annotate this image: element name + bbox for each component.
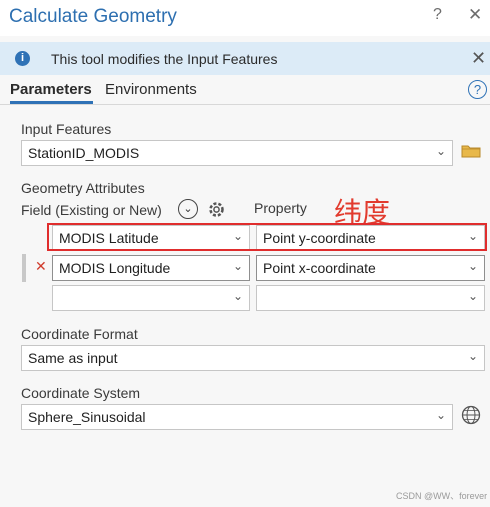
tab-environments[interactable]: Environments <box>105 81 197 98</box>
folder-icon[interactable] <box>461 144 481 158</box>
field-column-header: Field (Existing or New) <box>21 202 162 218</box>
field-dropdown-row-2[interactable]: MODIS Longitude ⌄ <box>52 255 250 281</box>
globe-icon[interactable] <box>461 405 481 425</box>
coordinate-format-dropdown[interactable]: Same as input ⌄ <box>21 345 485 371</box>
chevron-down-icon: ⌄ <box>232 259 243 273</box>
help-icon[interactable]: ? <box>468 80 487 99</box>
field-dropdown-row-3[interactable]: ⌄ <box>52 285 250 311</box>
coordinate-system-value: Sphere_Sinusoidal <box>28 409 146 425</box>
property-value: Point y-coordinate <box>263 230 376 246</box>
coordinate-system-label: Coordinate System <box>21 385 141 401</box>
info-banner: i This tool modifies the Input Features … <box>0 42 490 75</box>
gear-icon[interactable] <box>206 199 227 220</box>
input-features-value: StationID_MODIS <box>28 145 140 161</box>
chevron-down-icon: ⌄ <box>467 289 478 303</box>
chevron-down-icon: ⌄ <box>232 289 243 303</box>
row-drag-handle[interactable] <box>22 254 26 282</box>
chevron-down-icon: ⌄ <box>467 229 478 243</box>
chevron-down-icon: ⌄ <box>467 259 478 273</box>
property-column-header: Property <box>254 200 307 216</box>
pane-title: Calculate Geometry <box>9 6 177 27</box>
chevron-down-icon: ⌄ <box>467 349 478 363</box>
property-dropdown-row-1[interactable]: Point y-coordinate ⌄ <box>256 225 485 251</box>
tab-parameters[interactable]: Parameters <box>10 81 92 98</box>
coordinate-format-value: Same as input <box>28 350 118 366</box>
field-value: MODIS Longitude <box>59 260 171 276</box>
calculate-geometry-pane: Calculate Geometry ? ✕ i This tool modif… <box>0 0 490 507</box>
banner-close-button[interactable]: ✕ <box>471 48 486 69</box>
chevron-down-icon: ⌄ <box>232 229 243 243</box>
help-button[interactable]: ? <box>433 6 442 24</box>
coordinate-format-label: Coordinate Format <box>21 326 138 342</box>
chevron-down-icon[interactable]: ⌄ <box>178 199 198 219</box>
chevron-down-icon: ⌄ <box>435 144 446 158</box>
chevron-down-icon: ⌄ <box>435 408 446 422</box>
coordinate-system-dropdown[interactable]: Sphere_Sinusoidal ⌄ <box>21 404 453 430</box>
input-features-label: Input Features <box>21 121 112 137</box>
property-dropdown-row-2[interactable]: Point x-coordinate ⌄ <box>256 255 485 281</box>
field-dropdown-row-1[interactable]: MODIS Latitude ⌄ <box>52 225 250 251</box>
property-dropdown-row-3[interactable]: ⌄ <box>256 285 485 311</box>
banner-message: This tool modifies the Input Features <box>51 51 278 67</box>
remove-icon[interactable]: ✕ <box>35 258 47 275</box>
watermark: CSDN @WW、forever <box>396 491 488 501</box>
property-value: Point x-coordinate <box>263 260 376 276</box>
close-button[interactable]: ✕ <box>468 5 482 25</box>
geometry-attributes-label: Geometry Attributes <box>21 180 145 196</box>
info-icon: i <box>15 51 30 66</box>
input-features-dropdown[interactable]: StationID_MODIS ⌄ <box>21 140 453 166</box>
title-bar: Calculate Geometry ? ✕ <box>0 0 490 36</box>
tab-divider <box>0 104 490 105</box>
field-value: MODIS Latitude <box>59 230 159 246</box>
